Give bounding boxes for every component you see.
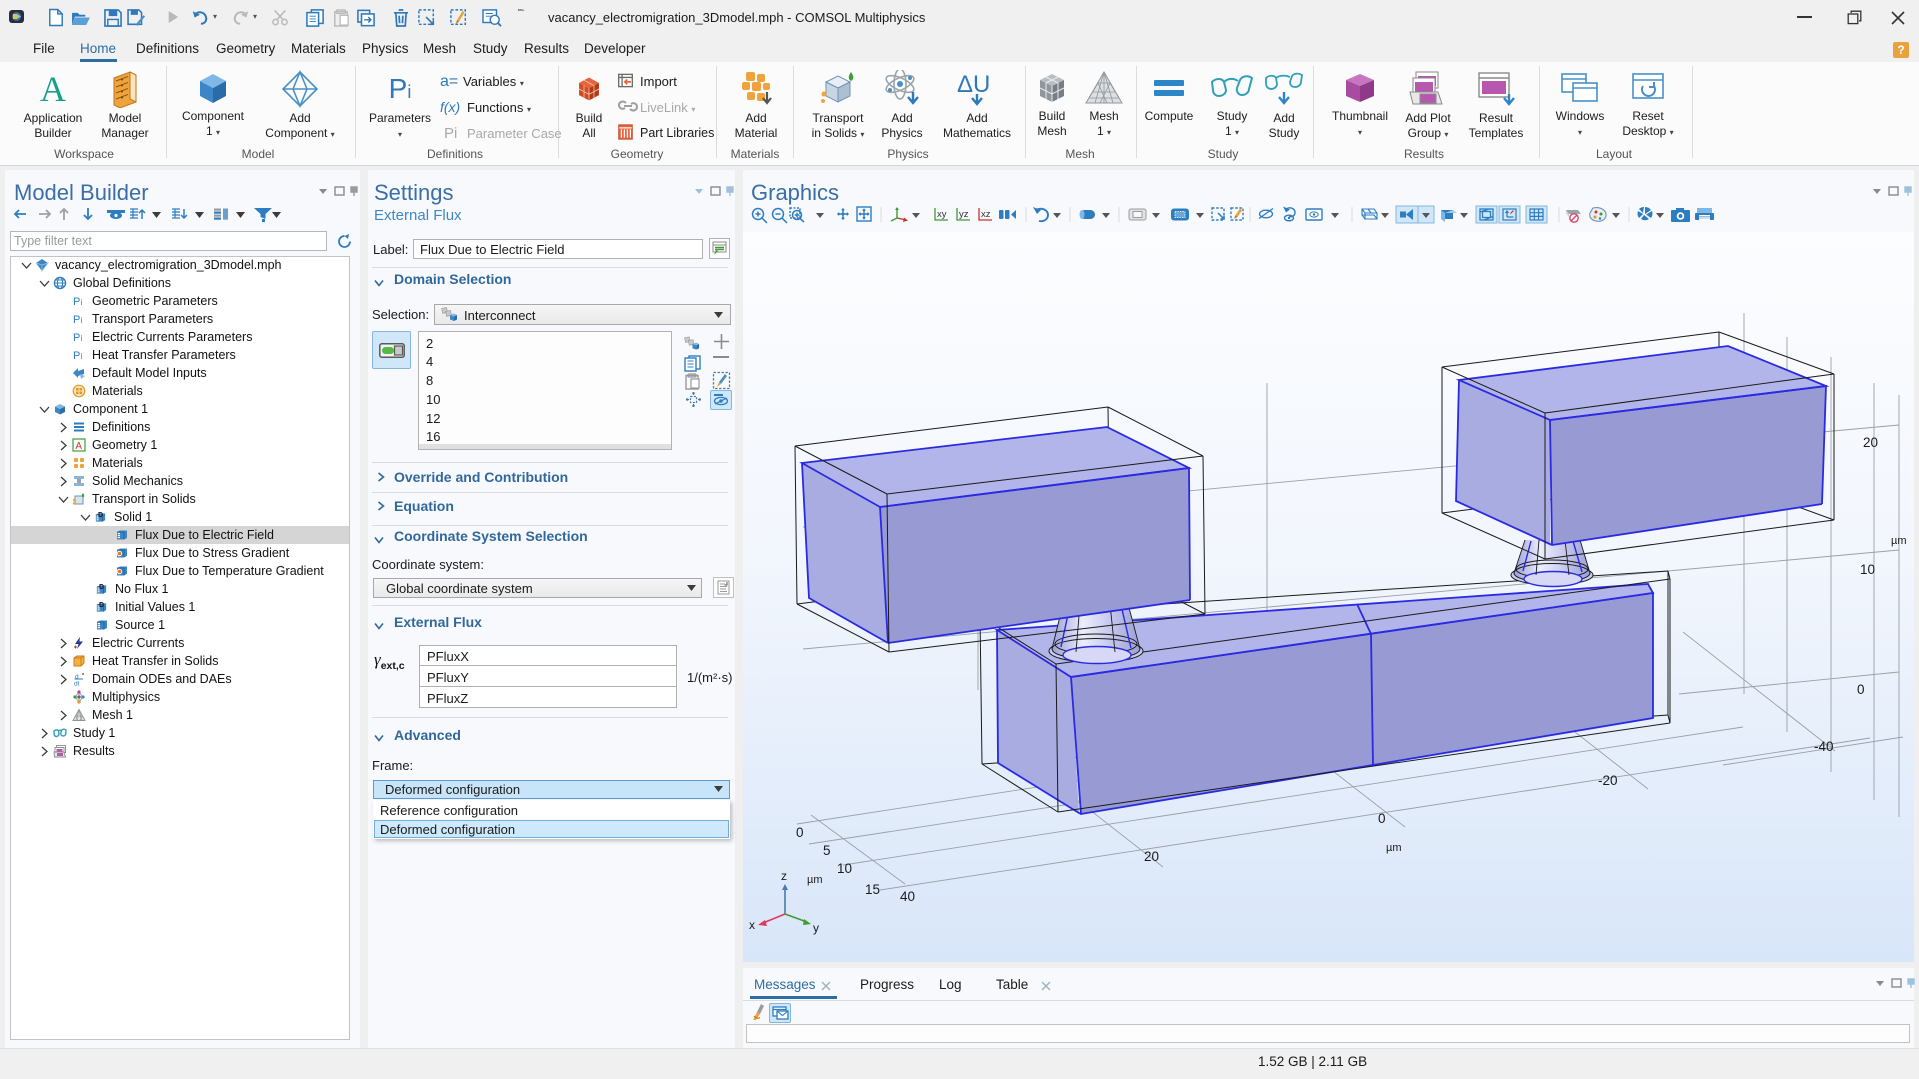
svg-text:yz: yz (959, 209, 969, 220)
svg-text:0: 0 (796, 825, 804, 840)
svg-text:µm: µm (1386, 842, 1402, 854)
svg-text:xz: xz (981, 209, 991, 220)
svg-text:0: 0 (1378, 811, 1386, 826)
svg-text:µm: µm (807, 874, 823, 886)
svg-text:5: 5 (823, 843, 831, 858)
svg-text:µm: µm (1891, 535, 1907, 547)
svg-text:xy: xy (937, 209, 947, 220)
svg-text:10: 10 (1860, 562, 1875, 577)
svg-text:z: z (781, 869, 787, 883)
svg-text:20: 20 (1863, 435, 1878, 450)
svg-text:40: 40 (900, 889, 915, 904)
svg-text:10: 10 (837, 861, 852, 876)
svg-text:-20: -20 (1598, 773, 1618, 788)
svg-text:x: x (749, 918, 755, 932)
svg-text:20: 20 (1144, 849, 1159, 864)
svg-text:0: 0 (1857, 682, 1865, 697)
svg-text:y: y (813, 921, 819, 935)
svg-text:15: 15 (865, 882, 880, 897)
svg-text:ΔU: ΔU (957, 71, 990, 98)
svg-text:-40: -40 (1814, 739, 1834, 754)
